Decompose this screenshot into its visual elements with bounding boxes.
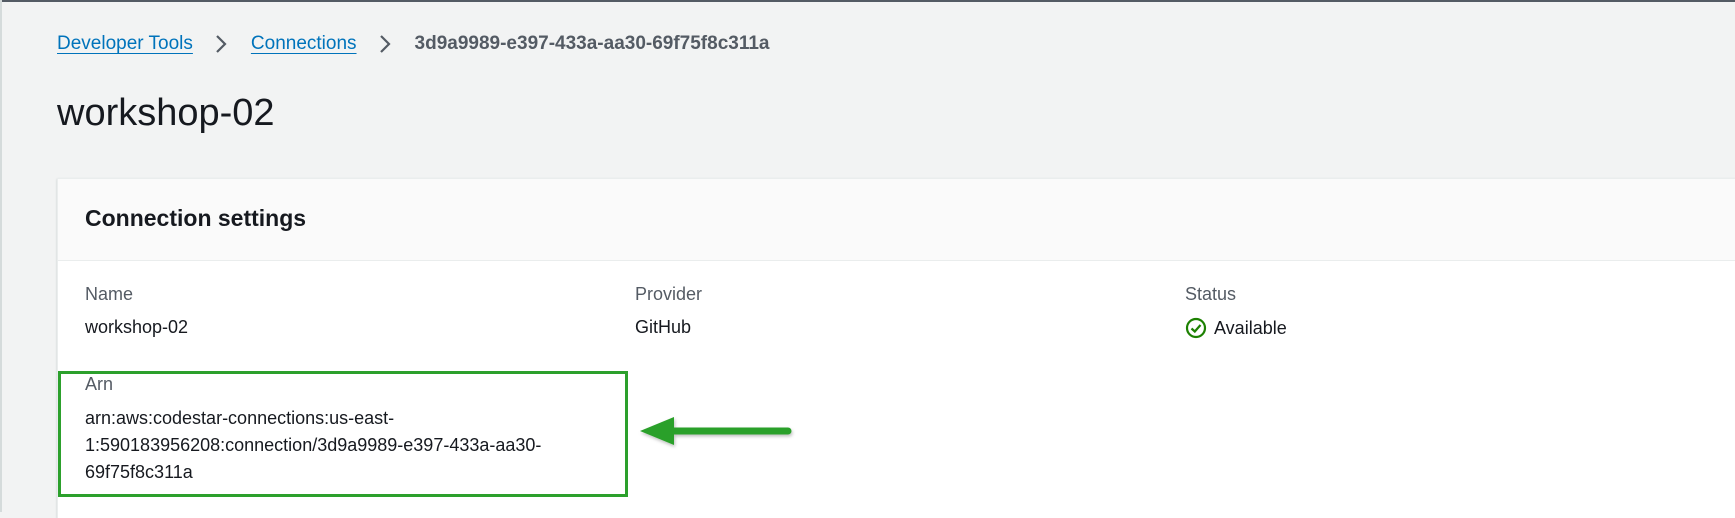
check-circle-icon [1185,317,1207,339]
page-title: workshop-02 [57,92,275,134]
breadcrumb: Developer Tools Connections 3d9a9989-e39… [57,33,770,55]
arrow-left-icon [640,417,792,445]
name-value: workshop-02 [85,317,189,337]
status-text: Available [1214,317,1287,338]
panel-header: Connection settings [58,179,1735,261]
name-field: Name workshop-02 [85,284,188,338]
name-label: Name [85,284,134,304]
chevron-right-icon [207,34,235,54]
arn-label: Arn [85,374,114,394]
status-value-row: Available [1185,317,1287,339]
breadcrumb-developer-tools[interactable]: Developer Tools [57,33,193,55]
arn-line-1: arn:aws:codestar-connections:us-east- [85,408,395,428]
arn-line-3: 69f75f8c311a [85,462,193,482]
panel-heading: Connection settings [85,205,307,231]
provider-value: GitHub [635,317,692,337]
arn-value: arn:aws:codestar-connections:us-east- 1:… [85,405,615,486]
breadcrumb-connections[interactable]: Connections [251,33,357,55]
provider-label: Provider [635,284,703,304]
status-field: Status Available [1185,284,1287,339]
arn-line-2: 1:590183956208:connection/3d9a9989-e397-… [85,435,542,455]
window-left-border [0,0,2,512]
breadcrumb-current: 3d9a9989-e397-433a-aa30-69f75f8c311a [414,33,770,54]
chevron-right-icon [371,34,399,54]
window-top-border [0,0,1735,2]
status-label: Status [1185,284,1237,304]
provider-field: Provider GitHub [635,284,702,338]
